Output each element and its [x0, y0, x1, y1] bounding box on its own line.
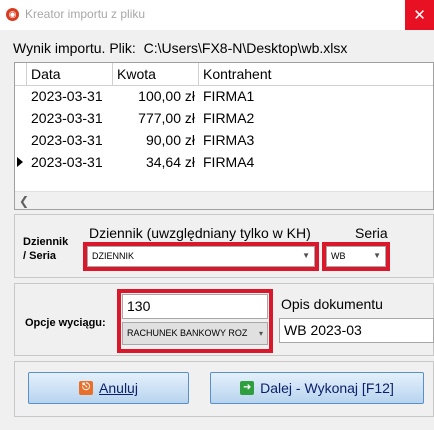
next-execute-button[interactable]: ➜ Dalej - Wykonaj [F12]	[210, 372, 424, 404]
next-execute-button-label: Dalej - Wykonaj [F12]	[260, 380, 394, 396]
cancel-button-label: Anuluj	[99, 380, 138, 396]
journal-series-side-label: Dziennik / Seria	[23, 235, 68, 263]
app-icon: ◉	[6, 8, 19, 21]
cancel-icon: ⎋	[79, 381, 94, 395]
arrow-right-icon: ➜	[240, 381, 255, 395]
cell-contractor: FIRMA3	[203, 132, 255, 148]
cell-contractor: FIRMA2	[203, 110, 255, 126]
cell-amount: 100,00 zł	[138, 88, 195, 104]
cell-amount: 34,64 zł	[145, 154, 195, 170]
column-header-contractor[interactable]: Kontrahent	[199, 63, 433, 85]
cell-amount: 777,00 zł	[138, 110, 195, 126]
journal-label: Dziennik (uwzględniany tylko w KH)	[89, 225, 311, 241]
import-grid[interactable]: Data Kwota Kontrahent 2023-03-31 100,00 …	[14, 62, 434, 210]
cell-date: 2023-03-31	[31, 154, 103, 170]
cell-date: 2023-03-31	[31, 132, 103, 148]
document-description-label: Opis dokumentu	[281, 296, 383, 312]
bank-account-select-value: RACHUNEK BANKOWY ROZ	[127, 328, 248, 338]
import-result-label: Wynik importu. Plik: C:\Users\FX8-N\Desk…	[13, 40, 347, 56]
journal-select[interactable]: DZIENNIK ▼	[87, 246, 315, 267]
cancel-button[interactable]: ⎋ Anuluj	[28, 372, 189, 404]
title-bar: ◉ Kreator importu z pliku ✕	[0, 0, 434, 30]
table-row[interactable]: 2023-03-31 34,64 zł FIRMA4	[15, 151, 433, 173]
horizontal-scrollbar[interactable]: ❮	[15, 191, 433, 209]
close-icon: ✕	[413, 7, 426, 24]
row-header-corner	[15, 63, 27, 85]
cell-date: 2023-03-31	[31, 110, 103, 126]
table-row[interactable]: 2023-03-31 777,00 zł FIRMA2	[15, 107, 433, 129]
chevron-down-icon: ▾	[258, 329, 263, 338]
series-select[interactable]: WB ▼	[326, 246, 386, 267]
cell-contractor: FIRMA1	[203, 88, 255, 104]
cell-amount: 90,00 zł	[145, 132, 195, 148]
journal-side-label-line1: Dziennik	[23, 236, 69, 248]
statement-options-label: Opcje wyciągu:	[25, 317, 106, 329]
series-select-value: WB	[331, 251, 346, 261]
grid-header: Data Kwota Kontrahent	[15, 63, 433, 86]
column-header-amount[interactable]: Kwota	[113, 63, 199, 85]
chevron-down-icon: ▼	[373, 251, 381, 260]
import-result-caption: Wynik importu. Plik:	[13, 40, 136, 56]
scroll-left-icon[interactable]: ❮	[19, 194, 29, 208]
window-title: Kreator importu z pliku	[25, 7, 146, 21]
series-label: Seria	[355, 225, 388, 241]
cell-contractor: FIRMA4	[203, 154, 255, 170]
table-row[interactable]: 2023-03-31 90,00 zł FIRMA3	[15, 129, 433, 151]
table-row[interactable]: 2023-03-31 100,00 zł FIRMA1	[15, 85, 433, 107]
statement-number-input[interactable]: 130	[122, 294, 268, 319]
column-header-date[interactable]: Data	[27, 63, 113, 85]
document-description-input[interactable]: WB 2023-03	[279, 318, 434, 343]
chevron-down-icon: ▼	[302, 251, 310, 260]
journal-side-label-line2: / Seria	[23, 250, 57, 262]
bank-account-select[interactable]: RACHUNEK BANKOWY ROZ ▾	[122, 322, 268, 345]
cell-date: 2023-03-31	[31, 88, 103, 104]
current-row-indicator-icon	[17, 157, 23, 167]
import-file-path: C:\Users\FX8-N\Desktop\wb.xlsx	[143, 40, 348, 56]
close-button[interactable]: ✕	[405, 0, 434, 30]
journal-select-value: DZIENNIK	[92, 251, 135, 261]
